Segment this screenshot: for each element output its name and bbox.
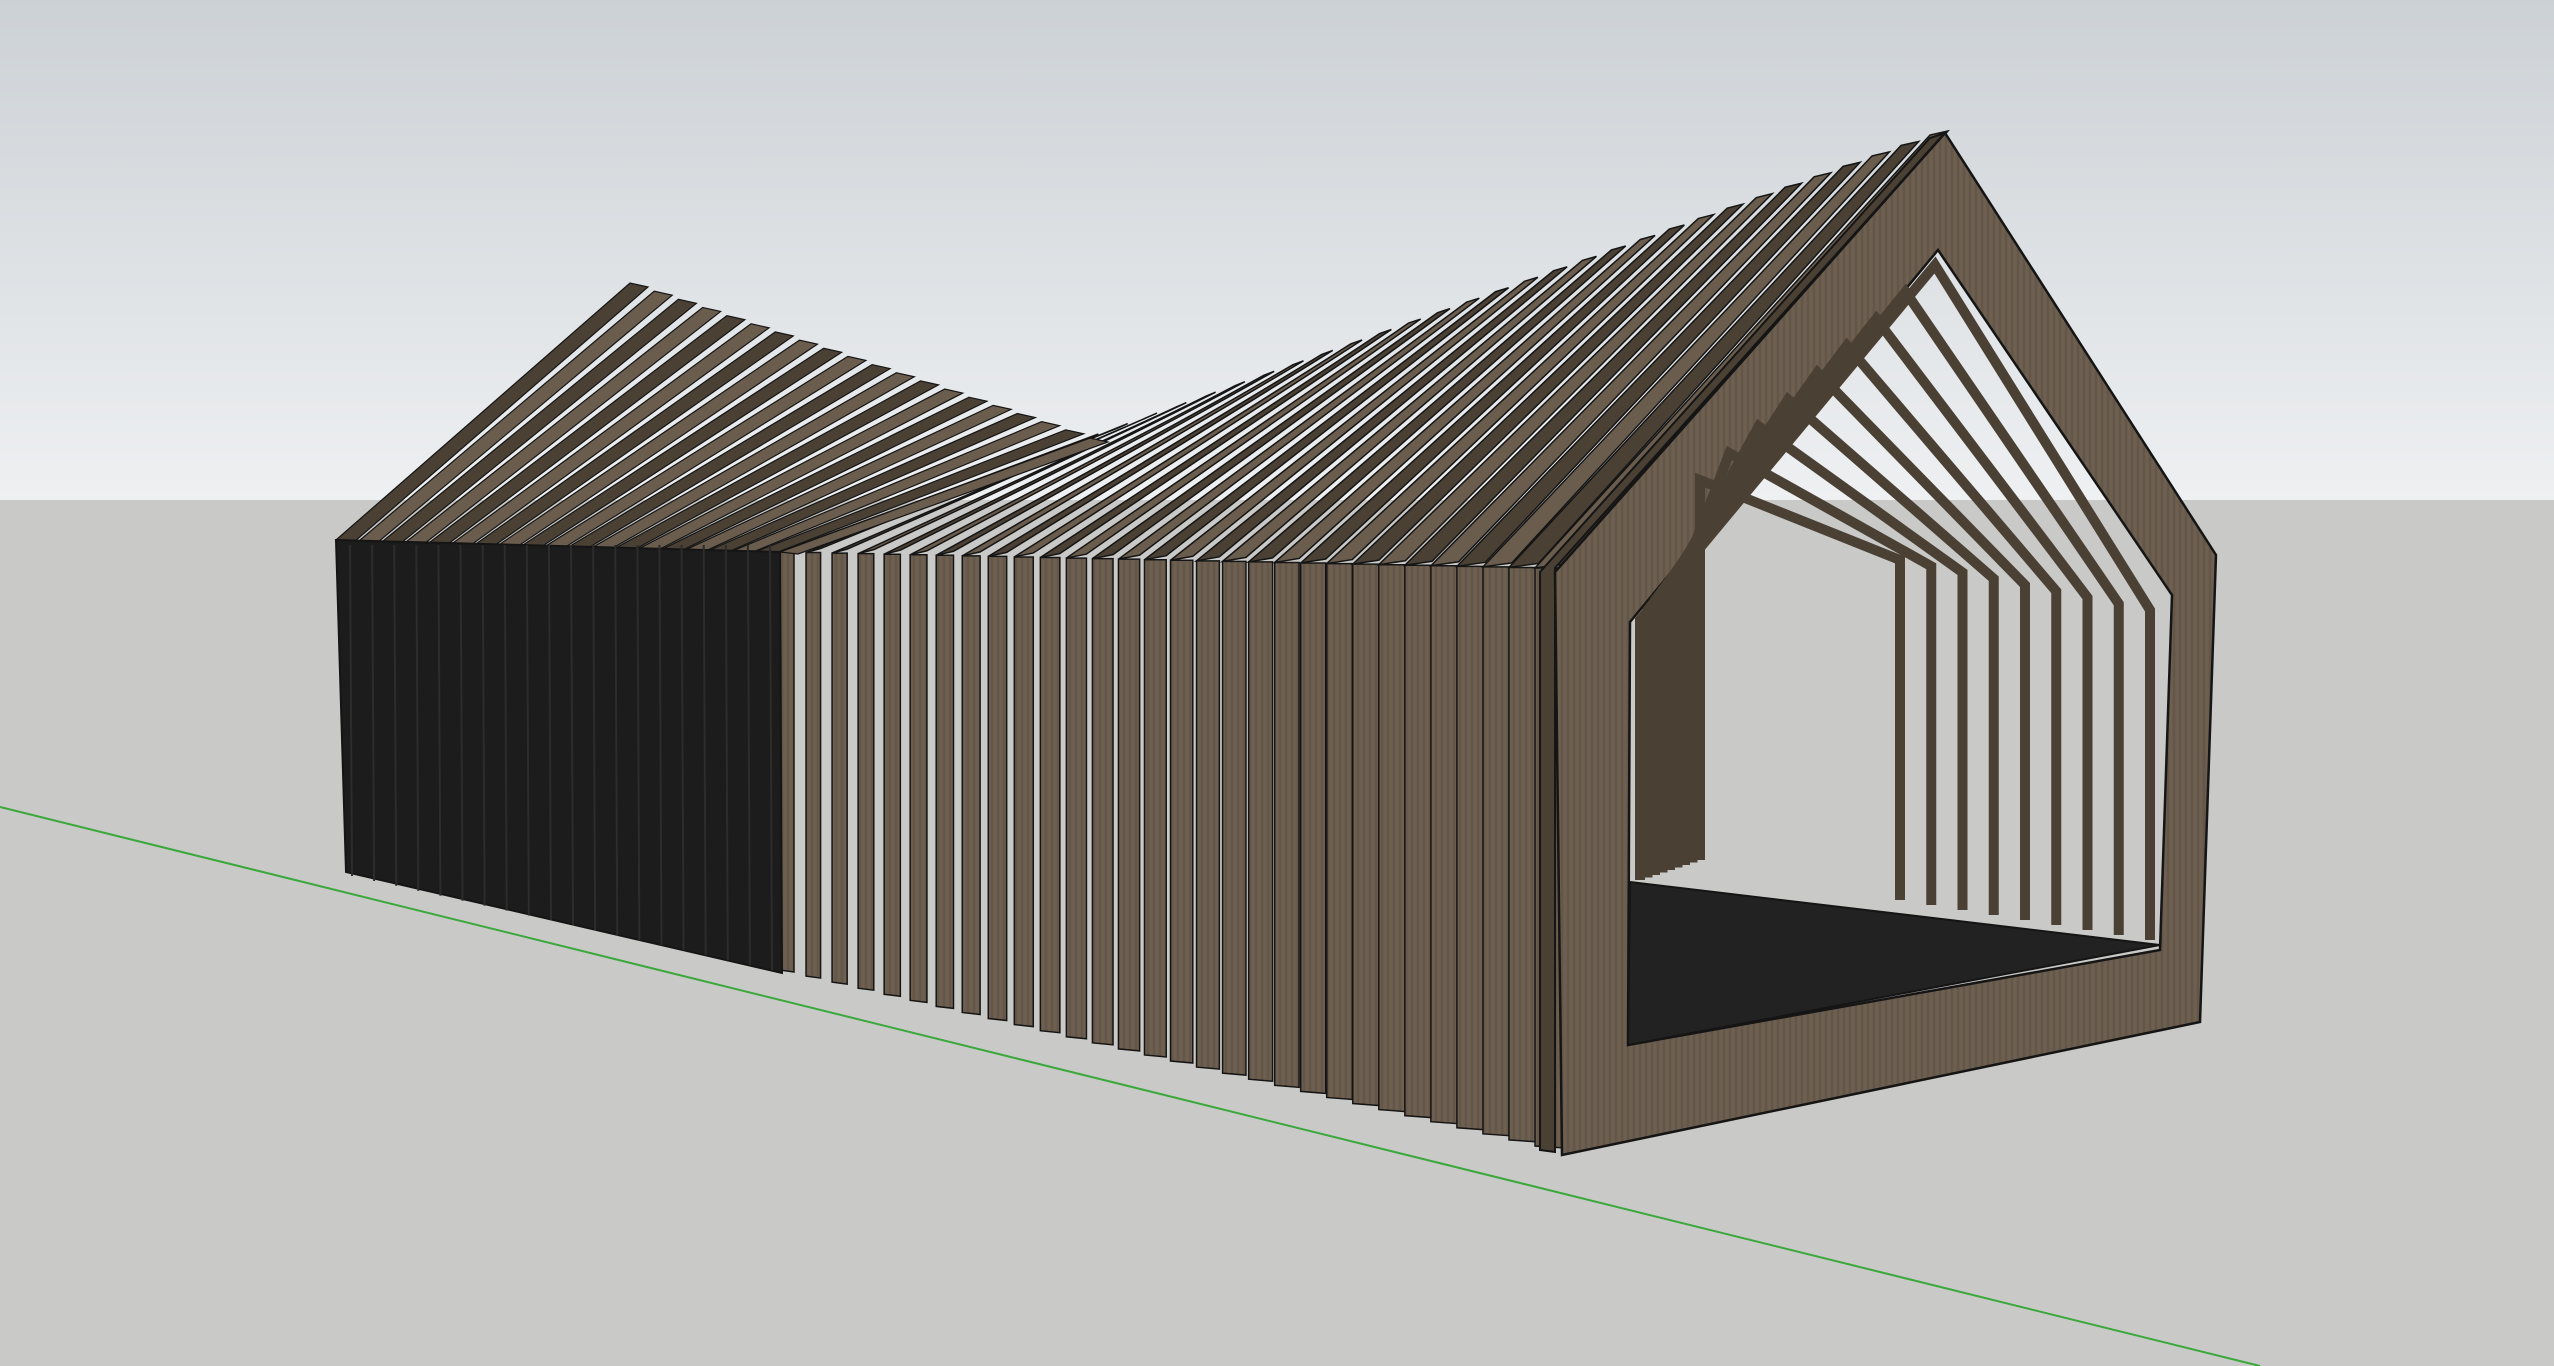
wall-slat: [1299, 562, 1327, 1095]
modeling-viewport[interactable]: [0, 0, 2554, 1366]
3d-scene[interactable]: [0, 0, 2554, 1366]
wall-slat: [935, 554, 955, 1010]
wall-slat: [1247, 561, 1274, 1083]
wall-slat: [1508, 566, 1540, 1143]
wall-slat: [1143, 558, 1167, 1058]
wall-slat: [1169, 559, 1194, 1064]
wall-slat: [1065, 557, 1088, 1040]
wall-slat: [1195, 560, 1221, 1070]
wall-slat: [857, 552, 875, 992]
wall-slat: [909, 554, 928, 1004]
wall-slat: [805, 551, 822, 979]
wall-slat: [1378, 563, 1407, 1113]
wall-slat: [883, 553, 902, 998]
wall-slat: [1221, 560, 1247, 1076]
wall-slat: [831, 552, 848, 985]
wall-slat: [1117, 558, 1141, 1052]
wall-slat: [1352, 563, 1380, 1107]
wall-slat: [987, 555, 1008, 1022]
wall-slat: [1039, 556, 1061, 1034]
wall-slat: [1430, 565, 1460, 1125]
wall-slat: [961, 555, 981, 1016]
sky-background: [0, 0, 2554, 500]
wall-slat: [1013, 556, 1035, 1028]
wall-slat: [1273, 561, 1300, 1089]
wall-slat: [1325, 562, 1354, 1101]
wall-slat: [1091, 557, 1114, 1046]
wall-slat: [1482, 566, 1513, 1137]
wall-slat: [1404, 564, 1433, 1119]
wall-slat: [1456, 565, 1486, 1131]
